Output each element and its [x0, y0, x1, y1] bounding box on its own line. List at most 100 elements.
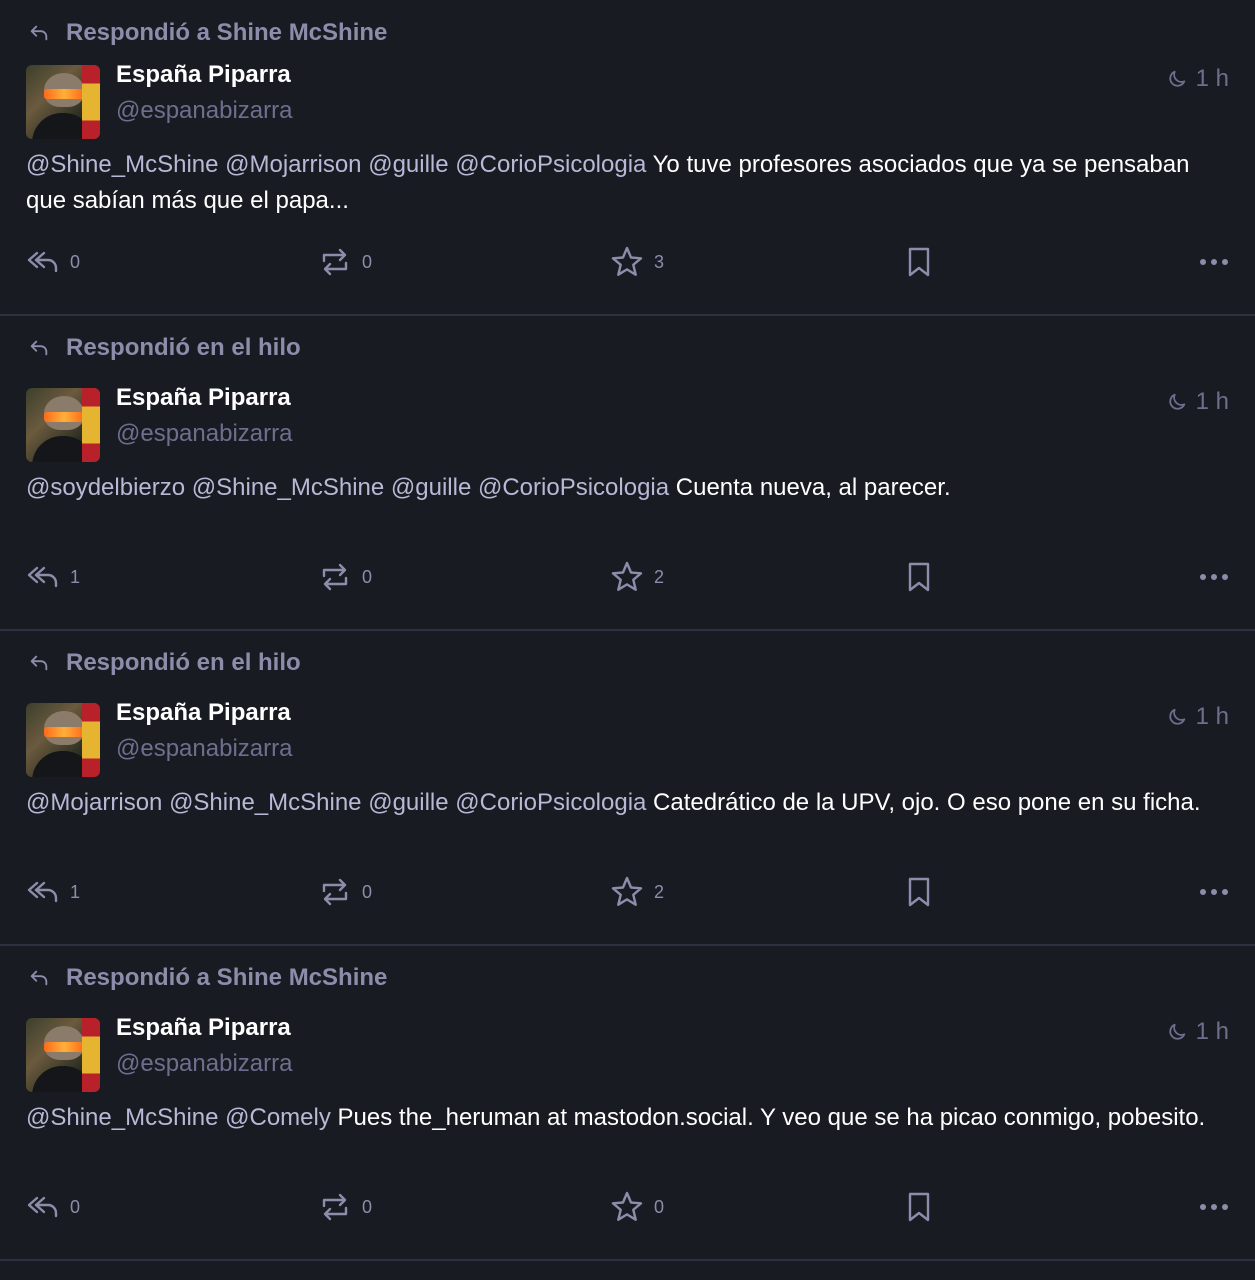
status-time[interactable]: 1 h	[1166, 388, 1229, 416]
reply-all-icon	[27, 1196, 58, 1218]
star-icon	[611, 246, 643, 276]
account-handle[interactable]: @espanabizarra	[116, 420, 292, 448]
bookmark-icon	[908, 1192, 930, 1222]
reply-button[interactable]: 0	[26, 245, 80, 279]
favourite-count: 2	[654, 881, 665, 902]
more-button[interactable]	[1199, 245, 1229, 279]
more-horizontal-icon	[1200, 259, 1228, 265]
reply-count: 1	[70, 566, 81, 587]
more-horizontal-icon	[1200, 574, 1228, 580]
reply-count: 1	[70, 881, 81, 902]
boost-count: 0	[362, 1196, 373, 1217]
boost-button[interactable]: 0	[318, 1190, 372, 1224]
favourite-button[interactable]: 2	[610, 875, 664, 909]
display-name[interactable]: España Piparra	[116, 699, 291, 727]
status-header: España Piparra @espanabizarra 1 h	[26, 61, 1229, 141]
reply-button[interactable]: 1	[26, 560, 80, 594]
more-button[interactable]	[1199, 875, 1229, 909]
account-handle[interactable]: @espanabizarra	[116, 1050, 292, 1078]
bookmark-button[interactable]	[902, 875, 936, 909]
account-handle[interactable]: @espanabizarra	[116, 735, 292, 763]
favourite-count: 0	[654, 1196, 665, 1217]
more-horizontal-icon	[1200, 889, 1228, 895]
display-name[interactable]: España Piparra	[116, 384, 291, 412]
status-header: España Piparra @espanabizarra 1 h	[26, 384, 1229, 464]
status-post[interactable]: Respondió a Shine McShine España Piparra…	[0, 0, 1255, 316]
account-handle[interactable]: @espanabizarra	[116, 97, 292, 125]
boost-icon	[322, 248, 348, 276]
bookmark-icon	[908, 562, 930, 592]
status-time[interactable]: 1 h	[1166, 1018, 1229, 1046]
status-actions: 0 0 0	[26, 1190, 1229, 1230]
time-text: 1 h	[1195, 388, 1229, 415]
moon-icon	[1168, 1023, 1185, 1040]
star-icon	[611, 876, 643, 906]
display-name[interactable]: España Piparra	[116, 61, 291, 89]
status-post[interactable]: Respondió a Shine McShine España Piparra…	[0, 946, 1255, 1261]
status-content: @Shine_McShine @Comely Pues the_heruman …	[26, 1100, 1229, 1136]
bookmark-button[interactable]	[902, 245, 936, 279]
moon-icon	[1168, 708, 1185, 725]
boost-button[interactable]: 0	[318, 560, 372, 594]
mentions[interactable]: @soydelbierzo @Shine_McShine @guille @Co…	[26, 474, 669, 501]
status-text: Catedrático de la UPV, ojo. O eso pone e…	[646, 789, 1201, 816]
reply-button[interactable]: 1	[26, 875, 80, 909]
mentions[interactable]: @Mojarrison @Shine_McShine @guille @Cori…	[26, 789, 646, 816]
favourite-count: 3	[654, 251, 665, 272]
mentions[interactable]: @Shine_McShine @Mojarrison @guille @Cori…	[26, 151, 646, 178]
avatar[interactable]	[26, 1018, 100, 1092]
status-time[interactable]: 1 h	[1166, 703, 1229, 731]
boost-icon	[322, 1193, 348, 1221]
more-horizontal-icon	[1200, 1204, 1228, 1210]
avatar[interactable]	[26, 65, 100, 139]
favourite-button[interactable]: 0	[610, 1190, 664, 1224]
reply-arrow-icon	[30, 970, 48, 986]
time-text: 1 h	[1195, 703, 1229, 730]
status-header: España Piparra @espanabizarra 1 h	[26, 699, 1229, 779]
star-icon	[611, 1191, 643, 1221]
reply-count: 0	[70, 251, 81, 272]
boost-count: 0	[362, 881, 373, 902]
mentions[interactable]: @Shine_McShine @Comely	[26, 1104, 331, 1131]
bookmark-button[interactable]	[902, 1190, 936, 1224]
status-prepend[interactable]: Respondió en el hilo	[28, 334, 301, 362]
status-content: @Mojarrison @Shine_McShine @guille @Cori…	[26, 785, 1229, 821]
prepend-text: Respondió en el hilo	[66, 334, 301, 361]
boost-count: 0	[362, 566, 373, 587]
boost-button[interactable]: 0	[318, 875, 372, 909]
time-text: 1 h	[1195, 1018, 1229, 1045]
reply-all-icon	[27, 881, 58, 903]
avatar[interactable]	[26, 388, 100, 462]
status-time[interactable]: 1 h	[1166, 65, 1229, 93]
reply-arrow-icon	[30, 25, 48, 41]
moon-icon	[1168, 70, 1185, 87]
bookmark-icon	[908, 247, 930, 277]
display-name[interactable]: España Piparra	[116, 1014, 291, 1042]
star-icon	[611, 561, 643, 591]
boost-icon	[322, 563, 348, 591]
status-post[interactable]: Respondió en el hilo España Piparra @esp…	[0, 316, 1255, 631]
status-content: @Shine_McShine @Mojarrison @guille @Cori…	[26, 147, 1229, 219]
bookmark-button[interactable]	[902, 560, 936, 594]
status-actions: 0 0 3	[26, 245, 1229, 285]
time-text: 1 h	[1195, 65, 1229, 92]
bookmark-icon	[908, 877, 930, 907]
status-prepend[interactable]: Respondió a Shine McShine	[28, 964, 387, 992]
avatar[interactable]	[26, 703, 100, 777]
status-actions: 1 0 2	[26, 875, 1229, 915]
status-text: Pues the_heruman at mastodon.social. Y v…	[330, 1104, 1206, 1131]
boost-button[interactable]: 0	[318, 245, 372, 279]
timeline: Respondió a Shine McShine España Piparra…	[0, 0, 1255, 1261]
more-button[interactable]	[1199, 1190, 1229, 1224]
status-prepend[interactable]: Respondió a Shine McShine	[28, 19, 387, 47]
reply-button[interactable]: 0	[26, 1190, 80, 1224]
favourite-button[interactable]: 3	[610, 245, 664, 279]
status-content: @soydelbierzo @Shine_McShine @guille @Co…	[26, 470, 1229, 506]
more-button[interactable]	[1199, 560, 1229, 594]
status-post[interactable]: Respondió en el hilo España Piparra @esp…	[0, 631, 1255, 946]
status-text: Cuenta nueva, al parecer.	[669, 474, 951, 501]
favourite-button[interactable]: 2	[610, 560, 664, 594]
prepend-text: Respondió a Shine McShine	[66, 964, 388, 991]
status-prepend[interactable]: Respondió en el hilo	[28, 649, 301, 677]
reply-arrow-icon	[30, 655, 48, 671]
